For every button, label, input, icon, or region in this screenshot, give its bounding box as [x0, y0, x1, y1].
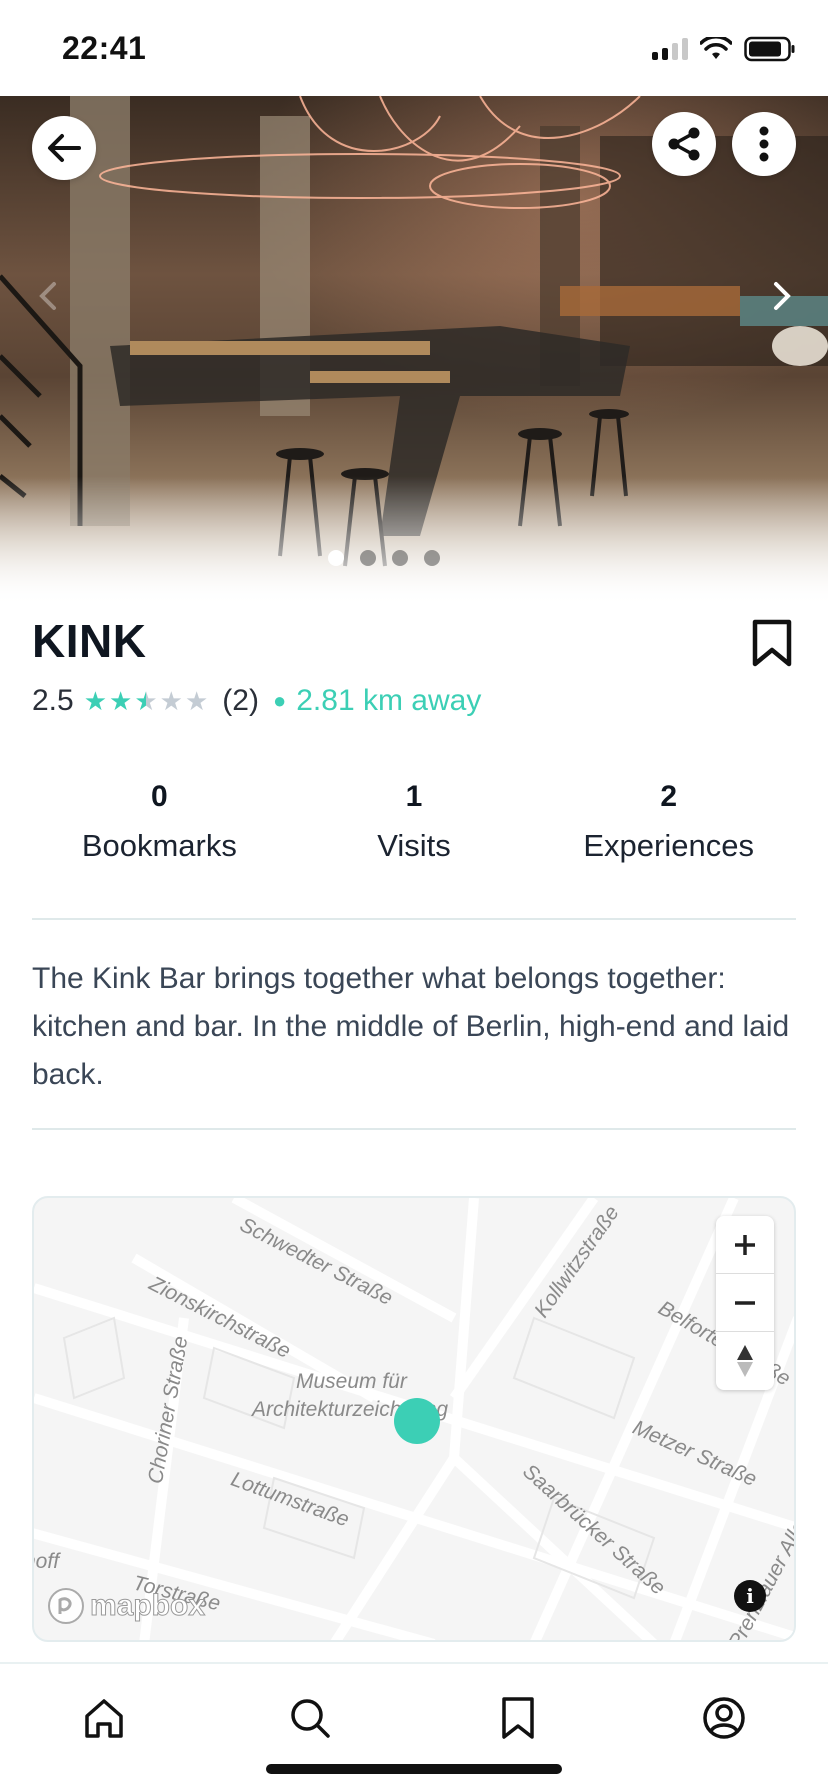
map-label: Museum für	[296, 1370, 407, 1393]
mapbox-logo-icon	[48, 1588, 84, 1624]
chevron-right-icon	[774, 282, 791, 310]
back-arrow-icon	[48, 134, 81, 162]
hero-fade	[0, 476, 828, 606]
nav-search[interactable]	[286, 1694, 334, 1742]
stat-experiences[interactable]: 2 Experiences	[541, 780, 796, 864]
zoom-out-button[interactable]	[716, 1274, 774, 1332]
map-info-button[interactable]: i	[734, 1580, 766, 1612]
rating-row: 2.5 ★ ★ ★ ★ ★ (2) ● 2.81 km away	[32, 684, 481, 718]
previous-photo-button[interactable]	[28, 276, 68, 316]
mapbox-wordmark: mapbox	[89, 1589, 206, 1623]
separator-dot: ●	[272, 688, 287, 713]
distance-text: 2.81 km away	[296, 684, 482, 717]
info-icon: i	[746, 1584, 754, 1608]
stat-label: Experiences	[583, 828, 754, 863]
minus-icon	[735, 1300, 755, 1305]
location-pin[interactable]	[394, 1398, 440, 1444]
status-time: 22:41	[62, 30, 147, 66]
mapbox-logo[interactable]: mapbox	[46, 1586, 206, 1626]
bookmark-icon	[752, 619, 792, 667]
stat-bookmarks[interactable]: 0 Bookmarks	[32, 780, 287, 864]
stat-visits[interactable]: 1 Visits	[287, 780, 542, 864]
compass-button[interactable]	[716, 1332, 774, 1390]
carousel-dot[interactable]	[424, 550, 440, 566]
map-zoom-controls	[716, 1216, 774, 1390]
stat-label: Bookmarks	[81, 828, 237, 863]
battery-icon	[744, 36, 795, 62]
search-icon	[291, 1699, 330, 1738]
plus-icon	[735, 1234, 755, 1255]
review-count[interactable]: (2)	[222, 684, 259, 718]
carousel-indicator	[0, 550, 798, 566]
carousel-dot-active[interactable]	[328, 550, 344, 566]
bottom-navigation	[0, 1662, 828, 1792]
divider	[32, 1128, 796, 1130]
stat-value: 0	[150, 780, 168, 813]
bookmark-button[interactable]	[750, 618, 794, 673]
star-icon-filled: ★	[83, 686, 108, 716]
share-button[interactable]	[652, 112, 716, 176]
back-button[interactable]	[32, 116, 96, 180]
nav-bookmarks[interactable]	[494, 1694, 542, 1742]
star-icon-filled: ★	[109, 686, 133, 716]
chevron-left-icon	[39, 282, 56, 310]
stat-label: Visits	[377, 828, 451, 863]
carousel-dot[interactable]	[392, 550, 408, 566]
cellular-signal-icon	[652, 38, 688, 60]
star-icon-empty: ★	[184, 686, 209, 716]
star-icon-half: ★	[134, 686, 158, 716]
home-icon	[85, 1699, 123, 1738]
star-icon-empty: ★	[159, 686, 183, 716]
map-label: hoff	[34, 1550, 60, 1573]
carousel-dot[interactable]	[360, 550, 376, 566]
nav-home[interactable]	[80, 1694, 128, 1742]
more-options-button[interactable]	[732, 112, 796, 176]
stat-value: 2	[660, 780, 678, 813]
divider	[32, 918, 796, 920]
status-bar: 22:41	[0, 0, 828, 96]
share-icon	[668, 127, 700, 161]
home-indicator	[266, 1764, 562, 1774]
nav-profile[interactable]	[700, 1694, 748, 1742]
wifi-icon	[700, 37, 732, 59]
next-photo-button[interactable]	[762, 276, 802, 316]
profile-icon	[703, 1697, 745, 1739]
bookmark-icon	[502, 1697, 534, 1739]
status-icons	[652, 36, 796, 62]
compass-icon	[737, 1345, 753, 1377]
zoom-in-button[interactable]	[716, 1216, 774, 1274]
venue-title: KINK	[32, 615, 147, 667]
venue-description: The Kink Bar brings together what belong…	[32, 962, 790, 1091]
stat-value: 1	[405, 780, 423, 813]
stats-row: 0 Bookmarks 1 Visits 2 Experiences	[32, 780, 796, 864]
hero-image-carousel[interactable]	[0, 96, 828, 606]
rating-value: 2.5	[32, 684, 74, 717]
more-vertical-icon	[759, 126, 769, 162]
star-rating: ★ ★ ★ ★ ★	[84, 688, 209, 714]
location-map[interactable]: Schwedter Straße Zionskirchstraße Chorin…	[32, 1196, 796, 1642]
